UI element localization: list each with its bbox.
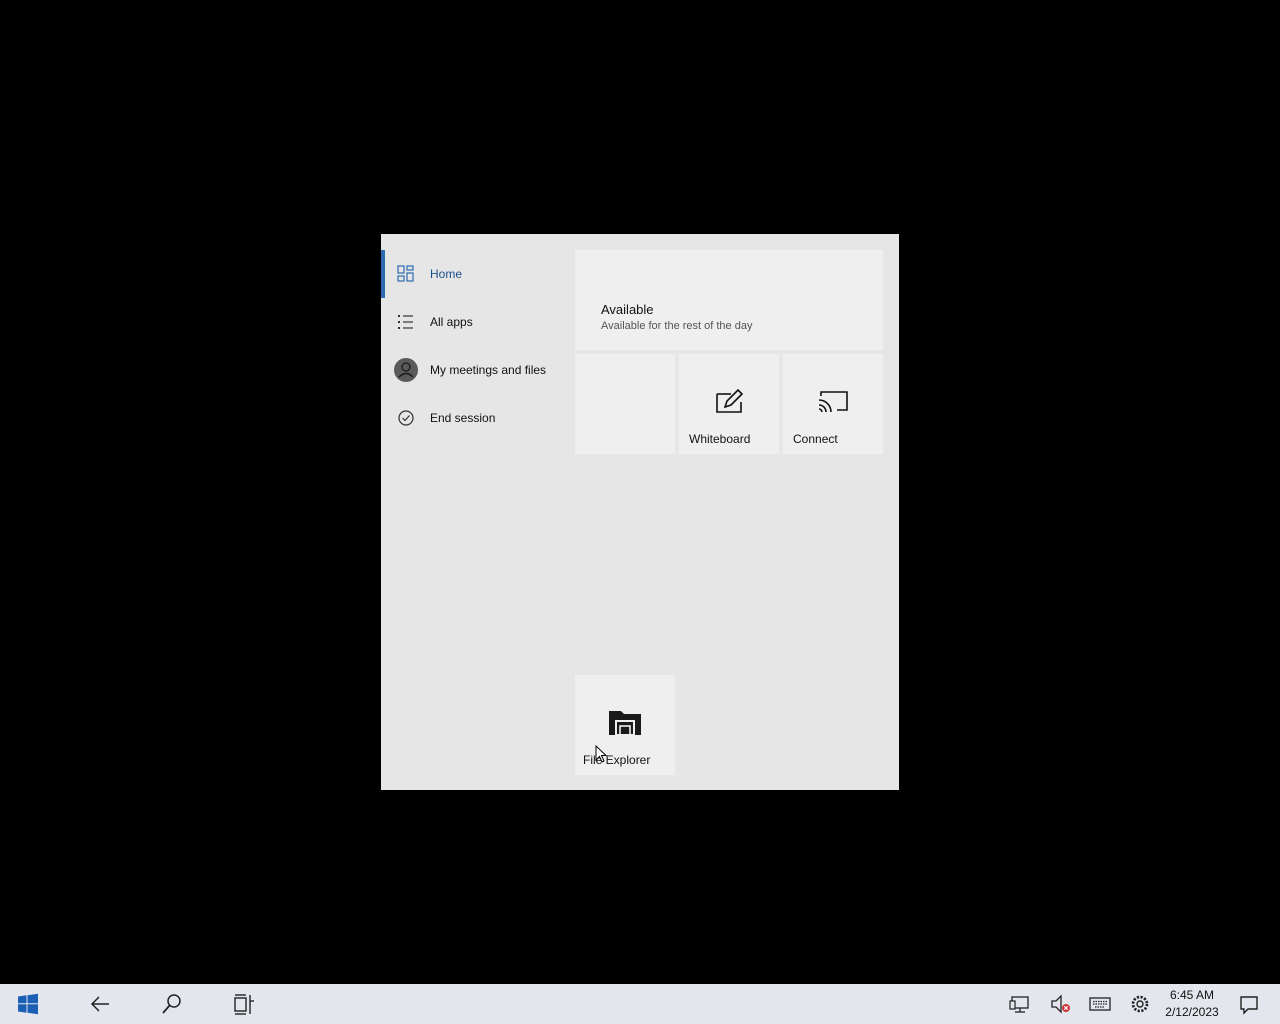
notifications-icon — [1240, 996, 1258, 1015]
whiteboard-label: Whiteboard — [689, 432, 751, 446]
settings-icon — [1131, 995, 1149, 1013]
file-explorer-label: File Explorer — [583, 753, 651, 767]
nav-label-end-session: End session — [430, 411, 496, 425]
notifications-button[interactable] — [1232, 984, 1266, 1024]
back-button[interactable] — [80, 984, 120, 1024]
keyboard-button[interactable] — [1082, 984, 1118, 1024]
home-grid-icon — [397, 265, 414, 282]
whiteboard-tile[interactable]: Whiteboard — [679, 354, 779, 454]
keyboard-icon — [1089, 997, 1111, 1011]
nav-item-home[interactable]: Home — [381, 250, 571, 298]
list-icon — [398, 315, 413, 329]
empty-tile[interactable] — [575, 354, 675, 454]
connect-tile[interactable]: Connect — [783, 354, 883, 454]
nav-label-home: Home — [430, 267, 463, 281]
start-button[interactable] — [8, 984, 48, 1024]
network-button[interactable] — [1002, 984, 1038, 1024]
settings-button[interactable] — [1122, 984, 1158, 1024]
start-nav: Home All apps My meetings and files End … — [381, 250, 571, 442]
nav-label-all-apps: All apps — [430, 315, 473, 329]
status-title: Available — [601, 302, 654, 317]
network-icon — [1009, 996, 1029, 1013]
nav-item-all-apps[interactable]: All apps — [381, 298, 571, 346]
status-subtitle: Available for the rest of the day — [601, 320, 753, 332]
cast-screen-icon — [818, 391, 848, 413]
check-circle-icon — [398, 410, 414, 426]
search-icon — [162, 994, 181, 1014]
volume-muted-icon — [1051, 994, 1070, 1014]
clock-time: 6:45 AM — [1169, 988, 1215, 1002]
start-menu: Home All apps My meetings and files End … — [381, 234, 899, 790]
clock-date: 2/12/2023 — [1165, 1005, 1219, 1019]
search-button[interactable] — [152, 984, 192, 1024]
taskbar: 6:45 AM 2/12/2023 — [0, 984, 1280, 1024]
folder-icon — [609, 711, 641, 736]
status-tile[interactable]: Available Available for the rest of the … — [575, 250, 883, 350]
windows-start-icon — [18, 993, 38, 1015]
nav-item-my-meetings[interactable]: My meetings and files — [381, 346, 571, 394]
nav-item-end-session[interactable]: End session — [381, 394, 571, 442]
task-view-icon — [234, 994, 254, 1015]
back-arrow-icon — [90, 996, 109, 1012]
whiteboard-pen-icon — [716, 388, 744, 413]
task-view-button[interactable] — [224, 984, 264, 1024]
connect-label: Connect — [793, 432, 838, 446]
nav-label-my-meetings: My meetings and files — [430, 363, 547, 377]
mouse-cursor-icon — [595, 745, 607, 763]
taskbar-clock[interactable]: 6:45 AM 2/12/2023 — [1160, 987, 1224, 1021]
file-explorer-tile[interactable]: File Explorer — [575, 675, 675, 775]
volume-button[interactable] — [1042, 984, 1078, 1024]
avatar-icon — [394, 358, 418, 382]
